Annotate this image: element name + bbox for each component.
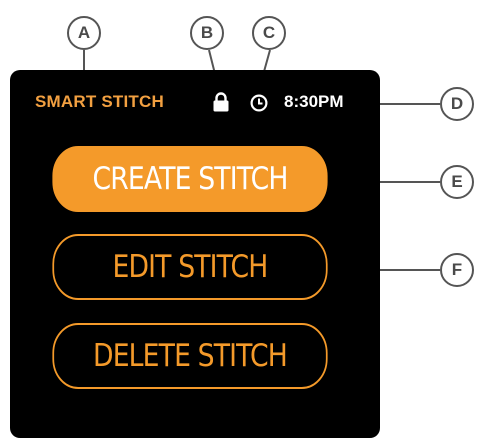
callout-a: A bbox=[67, 16, 101, 50]
edit-stitch-button[interactable]: EDIT STITCH bbox=[52, 234, 328, 300]
create-stitch-button[interactable]: CREATE STITCH bbox=[52, 146, 328, 212]
callout-f: F bbox=[440, 253, 474, 287]
callout-e: E bbox=[440, 165, 474, 199]
status-time: 8:30PM bbox=[284, 92, 344, 111]
callout-c: C bbox=[252, 16, 286, 50]
delete-stitch-button[interactable]: DELETE STITCH bbox=[52, 323, 328, 389]
callout-d: D bbox=[440, 87, 474, 121]
callout-b: B bbox=[190, 16, 224, 50]
app-title: SMART STITCH bbox=[35, 92, 164, 111]
clock-icon bbox=[250, 94, 268, 112]
lock-icon bbox=[213, 92, 229, 112]
